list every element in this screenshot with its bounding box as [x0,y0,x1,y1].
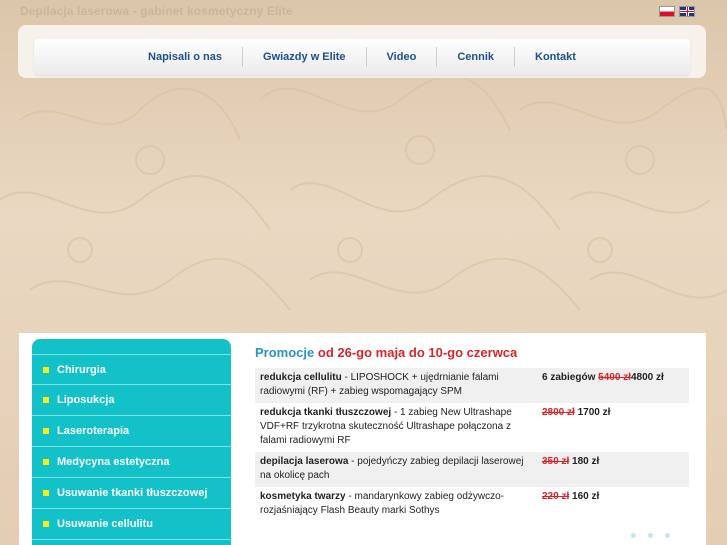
sidebar-item-laseroterapia[interactable]: Laseroterapia [32,416,231,447]
promo-row: depilacja laserowa - pojedyńczy zabieg d… [255,452,689,487]
square-bullet-icon [43,521,49,527]
sidebar-item-label: Usuwanie cellulitu [57,518,153,530]
square-bullet-icon [43,459,49,465]
promo-price: 6 zabiegów 5400 zł4800 zł [536,371,685,399]
promo-row: redukcja tkanki tłuszczowej - 1 zabieg N… [255,403,689,452]
promo-name: redukcja cellulitu [260,372,342,383]
en-flag-icon[interactable] [679,6,695,17]
nav-video[interactable]: Video [367,47,437,67]
promo-description: redukcja tkanki tłuszczowej - 1 zabieg N… [260,406,536,448]
square-bullet-icon [43,397,49,403]
pl-flag-icon[interactable] [659,6,675,17]
sidebar-item-liposukcja[interactable]: Liposukcja [32,385,231,416]
promo-heading-dates: od 26-go maja do 10-go czerwca [317,345,518,360]
slider-dot[interactable] [648,533,653,538]
new-price: 160 zł [572,491,600,502]
sidebar-item-label: Liposukcja [57,394,115,406]
sidebar-item-usuwanie-tkanki[interactable]: Usuwanie tkanki tłuszczowej [32,478,231,509]
content-area: Chirurgia Liposukcja Laseroterapia Medyc… [19,333,706,545]
sidebar-item-usuwanie-cellulitu[interactable]: Usuwanie cellulitu [32,509,231,540]
language-switcher [659,6,695,17]
nav-gwiazdy-w-elite[interactable]: Gwiazdy w Elite [243,47,366,67]
promo-description: redukcja cellulitu - LIPOSHOCK + ujędrni… [260,371,536,399]
promo-price: 350 zł 180 zł [536,455,685,483]
nav-kontakt[interactable]: Kontakt [515,47,596,67]
square-bullet-icon [43,490,49,496]
promo-name: kosmetyka twarzy [260,491,346,502]
promo-price: 2800 zł 1700 zł [536,406,685,448]
promo-description: kosmetyka twarzy - mandarynkowy zabieg o… [260,490,536,518]
old-price: 2800 zł [542,407,575,418]
promo-description: depilacja laserowa - pojedyńczy zabieg d… [260,455,536,483]
promo-name: redukcja tkanki tłuszczowej [260,407,392,418]
new-price: 180 zł [572,456,600,467]
square-bullet-icon [43,366,49,373]
sidebar-menu: Chirurgia Liposukcja Laseroterapia Medyc… [32,339,231,545]
sidebar-item-medycyna-estetyczna[interactable]: Medycyna estetyczna [32,447,231,478]
new-price: 1700 zł [577,407,611,418]
nav-cennik[interactable]: Cennik [437,47,514,67]
promo-row: redukcja cellulitu - LIPOSHOCK + ujędrni… [255,368,689,403]
promo-row: kosmetyka twarzy - mandarynkowy zabieg o… [255,487,689,522]
old-price: 350 zł [542,456,570,467]
old-price: 5400 zł [598,372,631,383]
sidebar-item-chirurgia[interactable]: Chirurgia [32,354,231,385]
nav-container: Napisali o nas Gwiazdy w Elite Video Cen… [18,25,706,78]
square-bullet-icon [43,428,49,434]
promo-table: redukcja cellulitu - LIPOSHOCK + ujędrni… [255,368,689,522]
sidebar-item-label: Laseroterapia [57,425,130,437]
site-title: Depilacja laserowa - gabinet kosmetyczny… [20,4,293,18]
promo-price: 220 zł 160 zł [536,490,685,518]
slider-dot[interactable] [631,533,636,538]
promo-heading-prefix: Promocje [255,345,315,360]
nav-napisali-o-nas[interactable]: Napisali o nas [128,47,242,67]
sidebar-item-label: Usuwanie tkanki tłuszczowej [57,487,208,499]
old-price: 220 zł [542,491,570,502]
sidebar-item-label: Medycyna estetyczna [57,456,170,468]
promo-qty: 6 zabiegów [542,372,596,383]
slider-dot[interactable] [665,533,670,538]
new-price: 4800 zł [630,372,664,383]
sidebar-item-label: Chirurgia [57,363,106,376]
slider-dots [631,533,670,538]
promo-name: depilacja laserowa [260,456,349,467]
main-nav: Napisali o nas Gwiazdy w Elite Video Cen… [34,39,690,75]
promo-heading: Promocje od 26-go maja do 10-go czerwca [255,345,517,360]
